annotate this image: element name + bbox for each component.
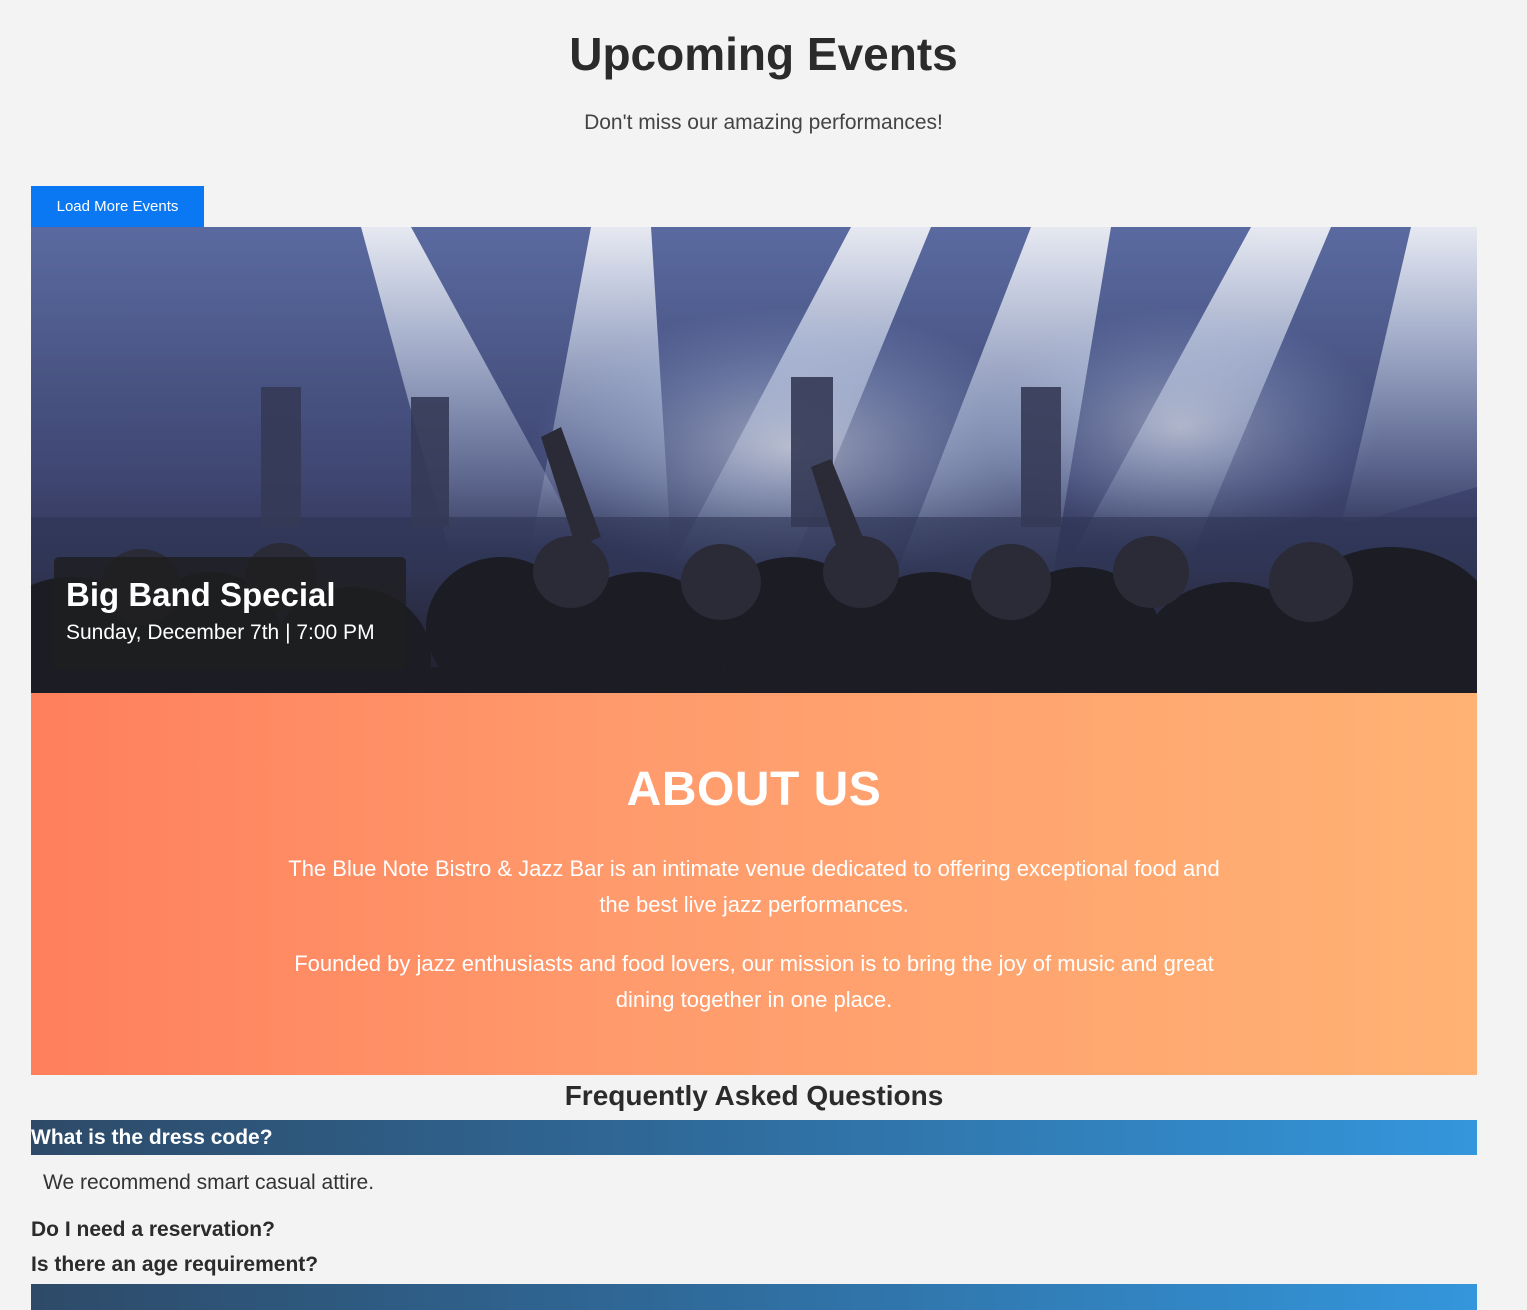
- about-paragraph: Founded by jazz enthusiasts and food lov…: [294, 951, 1214, 1012]
- event-card[interactable]: Big Band Special Sunday, December 7th | …: [31, 227, 1477, 693]
- about-title: ABOUT US: [626, 763, 882, 816]
- events-title: Upcoming Events: [569, 28, 958, 80]
- load-more-events-button[interactable]: Load More Events: [31, 186, 204, 227]
- faq-question-age[interactable]: Is there an age requirement?: [31, 1251, 318, 1279]
- page: Upcoming Events Don't miss our amazing p…: [0, 0, 1527, 1310]
- events-subtitle: Don't miss our amazing performances!: [584, 111, 943, 134]
- event-date: Sunday, December 7th | 7:00 PM: [66, 621, 375, 644]
- faq-next-bar: [31, 1284, 1477, 1310]
- about-section: ABOUT US The Blue Note Bistro & Jazz Bar…: [31, 693, 1477, 1075]
- event-name: Big Band Special: [66, 576, 336, 613]
- event-info-overlay: Big Band Special Sunday, December 7th | …: [54, 557, 406, 669]
- faq-answer-dress-code: We recommend smart casual attire.: [43, 1171, 375, 1194]
- faq-heading: Frequently Asked Questions: [564, 1080, 944, 1111]
- faq-question-dress-code[interactable]: What is the dress code?: [31, 1120, 1477, 1155]
- about-paragraph: The Blue Note Bistro & Jazz Bar is an in…: [288, 856, 1220, 917]
- faq-question-reservation[interactable]: Do I need a reservation?: [31, 1216, 275, 1244]
- events-header: Upcoming Events Don't miss our amazing p…: [0, 0, 1527, 136]
